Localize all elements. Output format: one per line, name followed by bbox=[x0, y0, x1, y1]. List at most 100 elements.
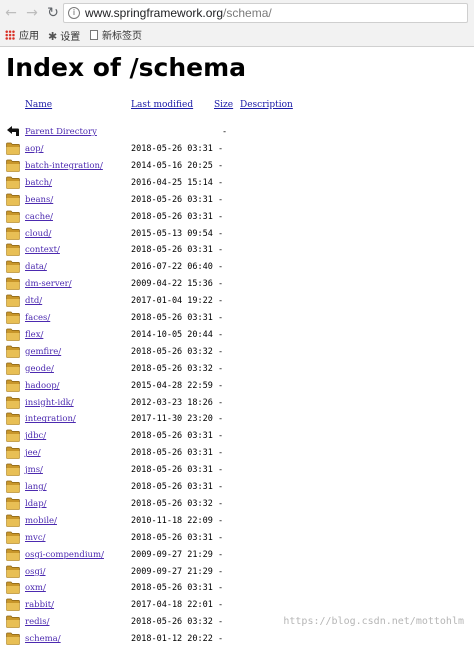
folder-icon bbox=[6, 345, 20, 358]
directory-row: cloud/2015-05-13 09:54- bbox=[0, 226, 474, 243]
folder-link[interactable]: hadoop/ bbox=[25, 381, 60, 392]
size-cell: - bbox=[218, 397, 224, 408]
size-cell: - bbox=[218, 228, 224, 239]
size-cell: - bbox=[218, 144, 224, 154]
folder-link[interactable]: data/ bbox=[25, 262, 47, 273]
directory-row: faces/2018-05-26 03:31- bbox=[0, 310, 474, 327]
folder-icon bbox=[6, 531, 20, 544]
folder-link[interactable]: cloud/ bbox=[25, 229, 51, 240]
directory-row: cache/2018-05-26 03:31- bbox=[0, 209, 474, 226]
size-cell: - bbox=[218, 346, 224, 357]
size-cell: - bbox=[218, 380, 224, 391]
directory-row: aop/2018-05-26 03:31- bbox=[0, 141, 474, 158]
parent-directory-link[interactable]: Parent Directory bbox=[25, 127, 97, 138]
directory-row: jdbc/2018-05-26 03:31- bbox=[0, 428, 474, 445]
directory-listing: Parent Directory - aop/2018-05-26 03:31-… bbox=[0, 0, 474, 645]
size-cell: - bbox=[218, 600, 224, 611]
directory-row: dtd/2017-01-04 19:22- bbox=[0, 293, 474, 310]
folder-icon bbox=[6, 413, 20, 426]
folder-link[interactable]: cache/ bbox=[25, 212, 53, 223]
size-cell: - bbox=[218, 448, 224, 459]
directory-row: jms/2018-05-26 03:31- bbox=[0, 462, 474, 479]
folder-icon bbox=[6, 260, 20, 274]
size-cell: - bbox=[218, 363, 224, 374]
directory-row: integration/2017-11-30 23:20- bbox=[0, 411, 474, 428]
last-modified-cell: 2017-04-18 22:01 bbox=[131, 600, 213, 611]
size-cell: - bbox=[222, 127, 228, 137]
folder-icon bbox=[6, 142, 20, 155]
directory-row: schema/2018-01-12 20:22- bbox=[0, 631, 474, 648]
folder-icon bbox=[6, 379, 20, 392]
folder-link[interactable]: dm-server/ bbox=[25, 279, 72, 290]
directory-row: osgi-compendium/2009-09-27 21:29- bbox=[0, 547, 474, 564]
folder-link[interactable]: ldap/ bbox=[25, 499, 47, 510]
last-modified-cell: 2018-05-26 03:31 bbox=[131, 431, 213, 442]
last-modified-cell: 2018-05-26 03:32 bbox=[131, 346, 213, 357]
last-modified-cell: 2018-05-26 03:32 bbox=[131, 498, 213, 509]
size-cell: - bbox=[218, 566, 224, 577]
folder-link[interactable]: osgi/ bbox=[25, 567, 46, 578]
folder-icon bbox=[6, 159, 20, 172]
size-cell: - bbox=[218, 414, 224, 425]
size-cell: - bbox=[218, 160, 224, 171]
folder-link[interactable]: jee/ bbox=[25, 448, 41, 459]
directory-row: batch-integration/2014-05-16 20:25- bbox=[0, 158, 474, 175]
folder-icon bbox=[6, 548, 20, 561]
folder-link[interactable]: jms/ bbox=[25, 465, 43, 476]
last-modified-cell: 2010-11-18 22:09 bbox=[131, 515, 213, 526]
folder-link[interactable]: batch/ bbox=[25, 178, 52, 189]
last-modified-cell: 2017-01-04 19:22 bbox=[131, 296, 213, 307]
directory-row: oxm/2018-05-26 03:31- bbox=[0, 580, 474, 597]
folder-link[interactable]: aop/ bbox=[25, 144, 44, 155]
folder-link[interactable]: integration/ bbox=[25, 414, 76, 425]
last-modified-cell: 2018-05-26 03:31 bbox=[131, 532, 213, 543]
folder-link[interactable]: flex/ bbox=[25, 330, 43, 341]
folder-link[interactable]: mvc/ bbox=[25, 533, 46, 544]
last-modified-cell: 2017-11-30 23:20 bbox=[131, 414, 213, 425]
directory-row: jee/2018-05-26 03:31- bbox=[0, 445, 474, 462]
folder-link[interactable]: schema/ bbox=[25, 634, 61, 645]
size-cell: - bbox=[218, 211, 224, 222]
folder-link[interactable]: rabbit/ bbox=[25, 600, 54, 611]
size-cell: - bbox=[218, 177, 224, 188]
folder-link[interactable]: osgi-compendium/ bbox=[25, 550, 104, 561]
directory-row: hadoop/2015-04-28 22:59- bbox=[0, 378, 474, 395]
folder-link[interactable]: redis/ bbox=[25, 617, 49, 628]
folder-link[interactable]: dtd/ bbox=[25, 296, 42, 307]
folder-icon bbox=[6, 193, 20, 206]
folder-link[interactable]: jdbc/ bbox=[25, 431, 46, 442]
folder-icon bbox=[6, 514, 20, 527]
watermark: https://blog.csdn.net/mottohlm bbox=[283, 616, 464, 627]
folder-link[interactable]: lang/ bbox=[25, 482, 47, 493]
parent-directory-row: Parent Directory - bbox=[0, 124, 474, 141]
folder-icon bbox=[6, 446, 20, 460]
back-arrow-icon bbox=[7, 126, 19, 136]
folder-icon bbox=[6, 227, 20, 240]
folder-link[interactable]: insight-idk/ bbox=[25, 398, 74, 409]
directory-row: insight-idk/2012-03-23 18:26- bbox=[0, 395, 474, 412]
last-modified-cell: 2014-10-05 20:44 bbox=[131, 329, 213, 340]
size-cell: - bbox=[218, 245, 224, 256]
size-cell: - bbox=[218, 498, 224, 509]
directory-row: context/2018-05-26 03:31- bbox=[0, 242, 474, 259]
folder-icon bbox=[6, 328, 20, 341]
folder-icon bbox=[6, 294, 20, 307]
folder-link[interactable]: gemfire/ bbox=[25, 347, 61, 358]
last-modified-cell: 2018-05-26 03:31 bbox=[131, 211, 213, 222]
size-cell: - bbox=[218, 279, 224, 290]
last-modified-cell: 2018-05-26 03:32 bbox=[131, 363, 213, 374]
last-modified-cell: 2018-05-26 03:32 bbox=[131, 617, 213, 628]
folder-icon bbox=[6, 311, 20, 324]
folder-link[interactable]: batch-integration/ bbox=[25, 161, 103, 172]
folder-link[interactable]: geode/ bbox=[25, 364, 54, 375]
last-modified-cell: 2009-09-27 21:29 bbox=[131, 549, 213, 560]
size-cell: - bbox=[218, 482, 224, 492]
folder-link[interactable]: oxm/ bbox=[25, 583, 46, 594]
last-modified-cell: 2018-05-26 03:31 bbox=[131, 583, 213, 594]
folder-link[interactable]: mobile/ bbox=[25, 516, 57, 527]
folder-link[interactable]: faces/ bbox=[25, 313, 50, 324]
folder-icon bbox=[6, 480, 20, 493]
folder-link[interactable]: context/ bbox=[25, 245, 60, 256]
last-modified-cell: 2015-05-13 09:54 bbox=[131, 228, 213, 239]
folder-link[interactable]: beans/ bbox=[25, 195, 53, 206]
